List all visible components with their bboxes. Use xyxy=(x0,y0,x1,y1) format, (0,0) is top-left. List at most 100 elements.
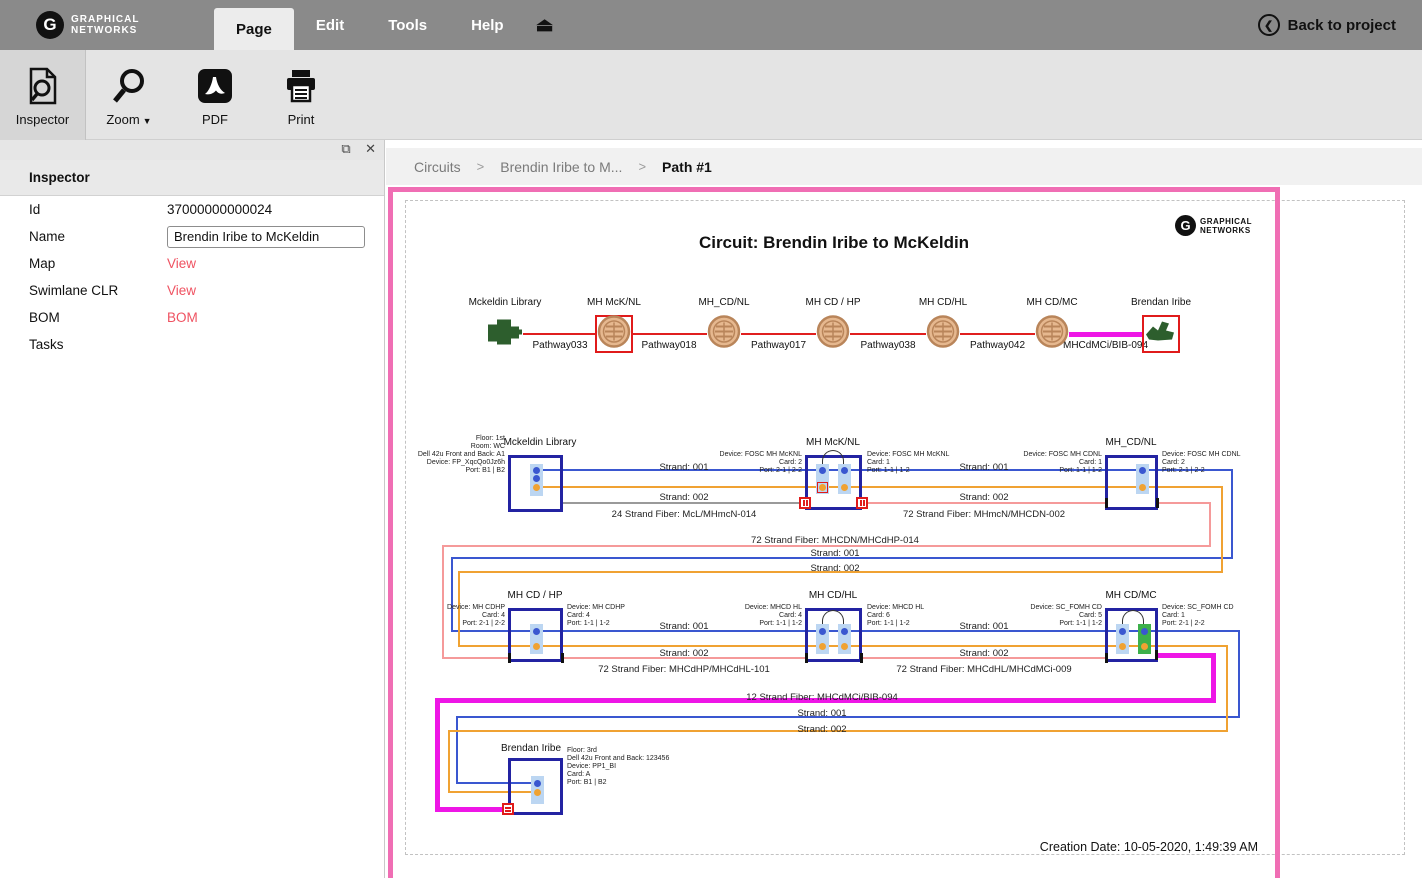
breadcrumb-circuit-name[interactable]: Brendin Iribe to M... xyxy=(500,159,622,175)
fiber-12-line[interactable] xyxy=(435,698,440,812)
menu-page[interactable]: Page xyxy=(214,8,294,50)
port-dot-blue[interactable] xyxy=(841,628,848,635)
fiber-12-line[interactable] xyxy=(1211,653,1216,703)
pdf-button[interactable]: PDF xyxy=(172,50,258,140)
building-icon[interactable] xyxy=(486,316,524,353)
node-annotation: Device: MH CDHPCard: 4Port: 2-1 | 2-2 xyxy=(447,604,505,628)
figure-icon[interactable] xyxy=(1144,318,1178,351)
name-input[interactable] xyxy=(167,226,365,248)
breadcrumb-circuits[interactable]: Circuits xyxy=(414,159,461,175)
splice-mark[interactable] xyxy=(860,653,863,663)
pathway-link-label: Pathway018 xyxy=(641,340,696,351)
back-to-project-button[interactable]: ❮ Back to project xyxy=(1258,0,1396,50)
strand-002-line[interactable] xyxy=(448,730,451,794)
strand-002-line[interactable] xyxy=(1221,486,1224,574)
fiber-label: 12 Strand Fiber: MHCdMCi/BIB-094 xyxy=(746,692,898,703)
manhole-icon[interactable] xyxy=(597,315,631,354)
diagram-stage[interactable]: G GRAPHICAL NETWORKS Circuit: Brendin Ir… xyxy=(385,185,1422,878)
logo-text: GRAPHICAL NETWORKS xyxy=(71,14,139,36)
port-selection-box xyxy=(817,482,828,493)
port-dot-orange[interactable] xyxy=(841,643,848,650)
fiber-72-line-b[interactable] xyxy=(442,545,444,659)
port-dot-blue[interactable] xyxy=(819,467,826,474)
port-dot-orange[interactable] xyxy=(1141,643,1148,650)
strand-001-line[interactable] xyxy=(456,716,458,784)
menu-edit[interactable]: Edit xyxy=(294,0,366,50)
splice-mark[interactable] xyxy=(1105,653,1108,663)
strand-label: Strand: 001 xyxy=(659,621,708,632)
port-dot-orange[interactable] xyxy=(841,484,848,491)
zoom-button[interactable]: Zoom▼ xyxy=(86,50,172,140)
port-dot-orange[interactable] xyxy=(533,484,540,491)
logo-circle-icon: G xyxy=(36,11,64,39)
map-view-link[interactable]: View xyxy=(167,256,196,271)
port-dot-orange[interactable] xyxy=(534,789,541,796)
splice-mark-selected[interactable] xyxy=(799,497,811,509)
menu-tools[interactable]: Tools xyxy=(366,0,449,50)
port-dot-blue[interactable] xyxy=(533,475,540,482)
swimlane-view-link[interactable]: View xyxy=(167,283,196,298)
node-box-mh-cd-nl[interactable] xyxy=(1105,455,1158,510)
pdf-icon xyxy=(197,64,233,108)
manhole-icon[interactable] xyxy=(707,315,741,354)
strand-001-line[interactable] xyxy=(457,716,1239,718)
inspector-button[interactable]: Inspector xyxy=(0,50,86,140)
splice-mark-selected[interactable] xyxy=(856,497,868,509)
breadcrumb-strip xyxy=(386,140,1422,148)
port-dot-blue[interactable] xyxy=(533,467,540,474)
inspector-body: Id 37000000000024 Name Map View Swimlane… xyxy=(0,196,384,358)
manhole-icon[interactable] xyxy=(926,315,960,354)
port-dot-blue[interactable] xyxy=(534,780,541,787)
pathway-link-line[interactable] xyxy=(741,333,816,335)
node-annotation: Device: MH CDHPCard: 4Port: 1-1 | 1-2 xyxy=(567,604,625,628)
port-dot-blue[interactable] xyxy=(1119,628,1126,635)
eject-icon[interactable]: ⏏ xyxy=(536,14,554,37)
port-dot-orange[interactable] xyxy=(1139,484,1146,491)
splice-mark-selected[interactable] xyxy=(502,803,514,815)
pathway-link-line[interactable] xyxy=(850,333,926,335)
field-row-id: Id 37000000000024 xyxy=(0,196,384,223)
bom-link[interactable]: BOM xyxy=(167,310,198,325)
print-button-label: Print xyxy=(288,112,315,127)
fiber-72-line-b[interactable] xyxy=(1158,502,1210,504)
pathway-link-line[interactable] xyxy=(631,333,707,335)
node-title-mh-cd-nl: MH_CD/NL xyxy=(1105,437,1156,448)
splice-mark[interactable] xyxy=(805,653,808,663)
fiber-72-line-b[interactable] xyxy=(443,657,508,659)
fiber-label: 72 Strand Fiber: MHCDN/MHCdHP-014 xyxy=(751,535,919,546)
pathway-link-line[interactable] xyxy=(523,333,597,335)
port-dot-orange[interactable] xyxy=(533,643,540,650)
port-dot-orange[interactable] xyxy=(1119,643,1126,650)
print-button[interactable]: Print xyxy=(258,50,344,140)
menu-help[interactable]: Help xyxy=(449,0,526,50)
fiber-72-line-b[interactable] xyxy=(1209,502,1211,547)
pathway-link-line[interactable] xyxy=(960,333,1035,335)
port-dot-blue[interactable] xyxy=(1141,628,1148,635)
splice-mark[interactable] xyxy=(1156,498,1159,508)
fiber-12-line[interactable] xyxy=(437,807,508,812)
inspector-header: Inspector xyxy=(0,160,384,196)
manhole-icon[interactable] xyxy=(1035,315,1069,354)
strand-001-line[interactable] xyxy=(1231,469,1233,559)
port-dot-orange[interactable] xyxy=(819,643,826,650)
strand-001-line[interactable] xyxy=(1238,630,1240,718)
pathway-link-label: Pathway042 xyxy=(970,340,1025,351)
splice-mark[interactable] xyxy=(1155,650,1158,660)
manhole-icon[interactable] xyxy=(816,315,850,354)
port-dot-blue[interactable] xyxy=(533,628,540,635)
app-logo: G GRAPHICAL NETWORKS xyxy=(36,11,186,39)
splice-mark[interactable] xyxy=(508,653,511,663)
pathway-link-line[interactable] xyxy=(1069,332,1142,337)
node-title-mh-cd-mc: MH CD/MC xyxy=(1105,590,1156,601)
port-dot-blue[interactable] xyxy=(841,467,848,474)
panel-close-icon[interactable]: ✕ xyxy=(365,141,376,156)
strand-002-line[interactable] xyxy=(1226,645,1229,733)
port-dot-blue[interactable] xyxy=(819,628,826,635)
fiber-label: 72 Strand Fiber: MHmcN/MHCDN-002 xyxy=(903,509,1065,520)
port-dot-blue[interactable] xyxy=(1139,467,1146,474)
splice-mark[interactable] xyxy=(1105,498,1108,508)
fiber-12-line[interactable] xyxy=(1157,653,1213,658)
node-annotation: Device: MHCD HLCard: 4Port: 1-1 | 1-2 xyxy=(745,604,802,628)
splice-mark[interactable] xyxy=(561,653,564,663)
panel-popout-icon[interactable]: ⧉ xyxy=(341,141,350,156)
